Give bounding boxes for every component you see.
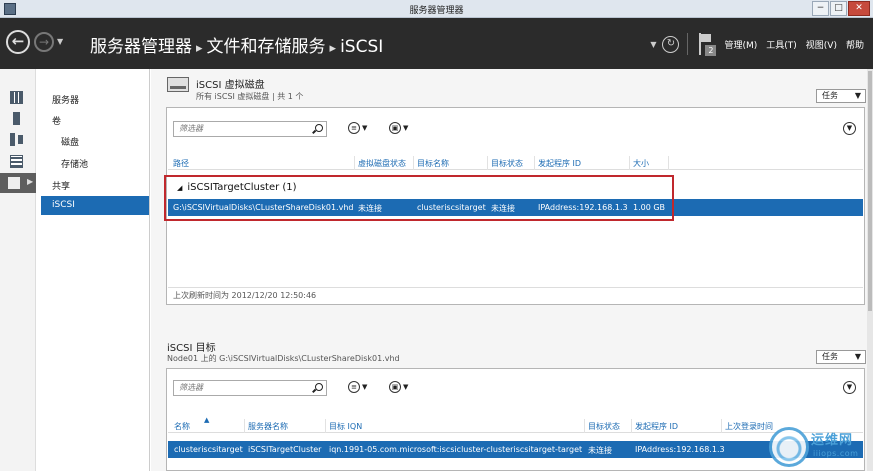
header-divider [687,33,689,55]
window-titlebar: 服务器管理器 − □ ✕ [0,0,873,18]
main-scrollbar[interactable] [867,69,873,471]
col-target-status[interactable]: 目标状态 [491,158,523,169]
sort-ascending-icon: ▲ [204,416,210,424]
vdisk-refresh-status: 上次刷新时间为 2012/12/20 12:50:46 [168,287,863,303]
col-name[interactable]: 名称 [174,421,190,432]
main-content: iSCSI 虚拟磁盘 所有 iSCSI 虚拟磁盘 | 共 1 个 任务 ▼ 筛选器… [151,69,873,471]
notifications-flag-icon[interactable]: 2 [698,33,717,56]
breadcrumb-separator-icon: ▸ [196,41,203,56]
forward-arrow-icon[interactable]: → [34,32,54,52]
close-button[interactable]: ✕ [848,1,870,16]
tasks-label: 任务 [822,91,838,100]
local-server-icon[interactable] [13,112,20,125]
nav-item-shares[interactable]: 共享 [52,179,70,192]
col-last-login[interactable]: 上次登录时间 [725,421,773,432]
col-initiator-id[interactable]: 发起程序 ID [635,421,678,432]
breadcrumb-server-manager[interactable]: 服务器管理器 [90,37,192,57]
col-target-iqn[interactable]: 目标 IQN [329,421,362,432]
icon-rail: ▶ [0,69,36,471]
cell-status: 未连接 [588,446,612,455]
vdisk-column-headers: 路径 虚拟磁盘状态 目标名称 目标状态 发起程序 ID 大小 [168,156,863,170]
cell-name: clusteriscsitarget [174,445,243,454]
caret-down-icon: ▼ [854,91,861,100]
save-query-icon: ▣ [389,381,401,393]
vdisk-section-title: iSCSI 虚拟磁盘 [196,80,265,91]
menu-view[interactable]: 视图(V) [806,38,837,51]
refresh-icon[interactable]: ↻ [662,35,680,53]
search-icon[interactable] [315,124,323,132]
watermark-logo: 运维网 iiiops.com [769,425,869,469]
nav-item-storage-pools[interactable]: 存储池 [61,157,88,170]
list-view-icon: ≡ [348,122,360,134]
vdisk-filter-input[interactable]: 筛选器 [173,121,327,137]
col-server-name[interactable]: 服务器名称 [248,421,288,432]
targets-panel: 筛选器 ≡ ▼ ▣ ▼ ▼ 名称 ▲ 服务器名称 目标 IQN 目标状态 发起程序 … [166,368,865,471]
breadcrumb-iscsi: iSCSI [340,37,384,57]
menu-manage[interactable]: 管理(M) [724,38,757,51]
window-title: 服务器管理器 [409,6,464,16]
search-icon[interactable] [315,383,323,391]
menu-help[interactable]: 帮助 [846,38,864,51]
targets-column-headers: 名称 ▲ 服务器名称 目标 IQN 目标状态 发起程序 ID 上次登录时间 [168,416,863,433]
caret-down-icon: ▼ [854,352,861,361]
nav-item-volumes[interactable]: 卷 [52,114,61,127]
tasks-label: 任务 [822,352,838,361]
expand-arrow-icon: ▶ [27,177,34,186]
cell-iqn: iqn.1991-05.com.microsoft:iscsicluster-c… [329,445,583,454]
targets-tasks-button[interactable]: 任务 ▼ [816,350,866,364]
highlight-box [164,175,674,221]
breadcrumb-file-storage[interactable]: 文件和存储服务 [207,37,326,57]
chevron-down-icon[interactable]: ▼ [650,40,656,49]
vdisk-tasks-button[interactable]: 任务 ▼ [816,89,866,103]
nav-item-disks[interactable]: 磁盘 [61,135,79,148]
virtual-disk-icon [167,77,189,92]
back-arrow-icon[interactable]: ← [6,30,30,54]
breadcrumb-separator-icon: ▸ [329,41,337,56]
menu-tools[interactable]: 工具(T) [766,38,797,51]
table-row[interactable]: clusteriscsitarget iSCSITargetCluster iq… [168,441,863,458]
cell-initiator: IPAddress:192.168.1.3 [635,445,725,454]
watermark-globe-icon [769,427,809,467]
col-path[interactable]: 路径 [173,158,189,169]
scrollbar-thumb[interactable] [868,71,872,311]
minimize-button[interactable]: − [812,1,829,16]
nav-item-iscsi[interactable]: iSCSI [41,196,149,215]
left-nav: 服务器 卷 磁盘 存储池 共享 iSCSI [37,69,150,471]
col-initiator-id[interactable]: 发起程序 ID [538,158,581,169]
targets-save-query-button[interactable]: ▣ ▼ [389,381,408,393]
vdisk-expand-icon[interactable]: ▼ [843,122,856,135]
save-query-icon: ▣ [389,122,401,134]
dashboard-icon[interactable] [10,91,23,104]
breadcrumb: 服务器管理器 ▸ 文件和存储服务 ▸ iSCSI [90,32,383,57]
targets-expand-icon[interactable]: ▼ [843,381,856,394]
vdisk-section-subtitle: 所有 iSCSI 虚拟磁盘 | 共 1 个 [196,92,304,101]
targets-section-title: iSCSI 目标 [167,343,216,354]
watermark-url: iiiops.com [813,449,859,458]
col-target-status[interactable]: 目标状态 [588,421,620,432]
targets-filter-input[interactable]: 筛选器 [173,380,327,396]
vdisk-save-query-button[interactable]: ▣ ▼ [389,122,408,134]
col-size[interactable]: 大小 [633,158,649,169]
file-services-icon[interactable] [10,155,23,168]
notification-count-badge: 2 [705,45,717,56]
col-disk-status[interactable]: 虚拟磁盘状态 [358,158,406,169]
watermark-text: 运维网 [811,433,854,448]
targets-section-subtitle: Node01 上的 G:\iSCSIVirtualDisks\CLusterSh… [167,354,400,363]
all-servers-icon[interactable] [10,133,23,146]
app-header: ← → ▼ 服务器管理器 ▸ 文件和存储服务 ▸ iSCSI ▼ ↻ 2 管理(M) 工… [0,18,873,69]
nav-item-servers[interactable]: 服务器 [52,93,79,106]
maximize-button[interactable]: □ [830,1,847,16]
cell-server: iSCSITargetCluster [248,445,322,454]
vdisk-view-options-button[interactable]: ≡ ▼ [348,122,367,134]
list-view-icon: ≡ [348,381,360,393]
col-target-name[interactable]: 目标名称 [417,158,449,169]
storage-services-icon[interactable]: ▶ [0,173,36,193]
history-dropdown-icon[interactable]: ▼ [57,37,63,46]
targets-view-options-button[interactable]: ≡ ▼ [348,381,367,393]
